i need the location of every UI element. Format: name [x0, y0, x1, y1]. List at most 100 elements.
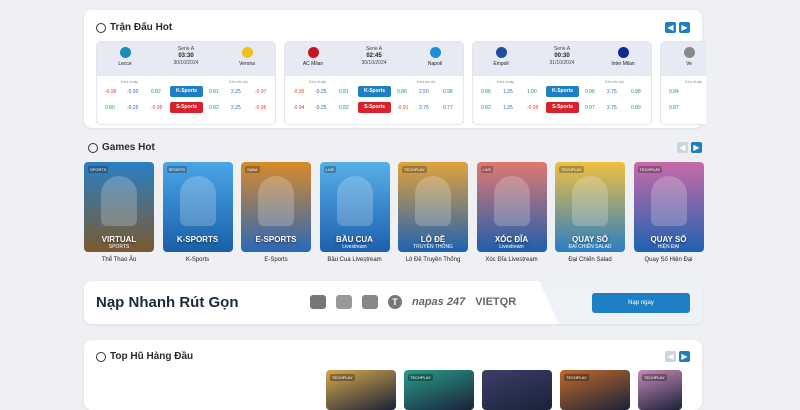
game-caption: VIRTUAL: [101, 235, 137, 244]
provider-badge: SABA: [245, 166, 260, 173]
game-name[interactable]: Quay Số Hiện Đại: [634, 257, 704, 263]
game-thumbnail[interactable]: SABA E-SPORTS: [241, 162, 311, 252]
odds-value[interactable]: 0.86: [481, 89, 491, 95]
odds-value[interactable]: 0.84: [669, 89, 679, 95]
prev-arrow-icon[interactable]: ◀: [677, 142, 688, 153]
odds-value[interactable]: -0.95: [151, 105, 162, 111]
bookmaker-button[interactable]: K-Sports: [358, 86, 391, 97]
bookmaker-button[interactable]: K-Sports: [170, 86, 203, 97]
game-card[interactable]: TECHPLAY QUAY SỐ HIỆN ĐẠI Quay Số Hiện Đại: [633, 162, 704, 263]
odds-row: -0.94 -0.25 0.82 -0.91 2.75 0.77 S-Sports: [285, 102, 463, 114]
bookmaker-button[interactable]: S-Sports: [358, 102, 391, 113]
odds-value[interactable]: 0.86: [397, 89, 407, 95]
game-card[interactable]: LIVE XÓC ĐĨA Livestream Xóc Đĩa Livestream: [476, 162, 547, 263]
team-logo-icon: [119, 47, 131, 58]
deposit-now-button[interactable]: Nạp ngay: [592, 293, 690, 313]
odds-value[interactable]: 0.81: [339, 89, 349, 95]
odds-value[interactable]: 0.88: [631, 89, 641, 95]
odds-value[interactable]: -0.97: [255, 89, 266, 95]
odds-value[interactable]: 2.75: [607, 105, 617, 111]
game-name[interactable]: Lô Đề Truyền Thống: [398, 257, 468, 263]
bookmaker-button[interactable]: S-Sports: [170, 102, 203, 113]
next-arrow-icon[interactable]: ▶: [691, 142, 702, 153]
game-name[interactable]: Thể Thao Ảo: [84, 257, 154, 263]
odds-value[interactable]: -0.25: [315, 89, 326, 95]
odds-value[interactable]: 0.87: [669, 105, 679, 111]
game-card[interactable]: SPORTS VIRTUAL SPORTS Thể Thao Ảo: [84, 162, 154, 263]
team-logo-icon: [683, 47, 695, 58]
jackpot-game-card[interactable]: [482, 370, 552, 410]
odds-value[interactable]: 0.89: [631, 105, 641, 111]
game-thumbnail[interactable]: TECHPLAY QUAY SỐ HIỆN ĐẠI: [633, 162, 704, 252]
game-thumbnail[interactable]: LIVE BẦU CUA Livestream: [319, 162, 390, 252]
odds-value[interactable]: 2.25: [231, 89, 241, 95]
odds-row: 0.86 1.25 1.00 0.96 2.75 0.88 K-Sports: [473, 86, 651, 98]
odds-value[interactable]: 0.82: [481, 105, 491, 111]
handicap-label: Kèo chấp: [121, 79, 138, 84]
odds-value[interactable]: -0.25: [127, 105, 138, 111]
match-card[interactable]: Lecce Serie A 03:30 30/10/2024 Verona Kèo chấ…: [96, 41, 276, 125]
odds-value[interactable]: 0.82: [209, 105, 219, 111]
odds-value[interactable]: 1.25: [503, 89, 513, 95]
odds-value[interactable]: -0.50: [127, 89, 138, 95]
odds-value[interactable]: 0.96: [585, 89, 595, 95]
odds-value[interactable]: 0.82: [151, 89, 161, 95]
match-card[interactable]: VeKèo chấpKèo tài xỉu0.840.87: [660, 41, 706, 125]
game-name[interactable]: Bầu Cua Livestream: [320, 257, 390, 263]
provider-badge: TECHPLAY: [408, 374, 433, 381]
prev-arrow-icon[interactable]: ◀: [665, 351, 676, 362]
away-team-name: Napoli: [427, 61, 443, 67]
team-logo-icon: [241, 47, 253, 58]
home-team-name: AC Milan: [302, 61, 324, 67]
odds-value[interactable]: 2.25: [231, 105, 241, 111]
odds-value[interactable]: 2.75: [419, 105, 429, 111]
odds-value[interactable]: -0.96: [105, 89, 116, 95]
game-card[interactable]: SPORTS K-SPORTS K-Sports: [162, 162, 233, 263]
odds-value[interactable]: -0.99: [527, 105, 538, 111]
prev-arrow-icon[interactable]: ◀: [665, 22, 676, 33]
game-name[interactable]: K-Sports: [163, 257, 233, 263]
jackpot-game-card[interactable]: TECHPLAY: [560, 370, 630, 410]
game-card[interactable]: TECHPLAY LÔ ĐỀ TRUYỀN THỐNG Lô Đề Truyền Th…: [398, 162, 468, 263]
odds-value[interactable]: -0.95: [293, 89, 304, 95]
match-card[interactable]: Empoli Serie A 00:30 31/10/2024 Inter Milan K…: [472, 41, 652, 125]
odds-value[interactable]: -0.91: [397, 105, 408, 111]
odds-value[interactable]: 1.25: [503, 105, 513, 111]
away-team: Inter Milan: [598, 47, 648, 67]
odds-value[interactable]: 0.81: [209, 89, 219, 95]
home-team: Ve: [664, 47, 706, 67]
odds-value[interactable]: 0.98: [443, 89, 453, 95]
bookmaker-button[interactable]: S-Sports: [546, 102, 579, 113]
odds-value[interactable]: 0.77: [443, 105, 453, 111]
game-thumbnail[interactable]: LIVE XÓC ĐĨA Livestream: [476, 162, 547, 252]
game-name[interactable]: E-Sports: [241, 257, 311, 263]
provider-badge: LIVE: [480, 166, 494, 173]
game-name[interactable]: Đại Chiến Salad: [555, 257, 625, 263]
next-arrow-icon[interactable]: ▶: [679, 22, 690, 33]
game-card[interactable]: LIVE BẦU CUA Livestream Bầu Cua Livestream: [319, 162, 390, 263]
game-caption: BẦU CUA: [336, 235, 373, 244]
odds-value[interactable]: 2.75: [607, 89, 617, 95]
odds-value[interactable]: -0.96: [255, 105, 266, 111]
match-card[interactable]: AC Milan Serie A 02:45 30/10/2024 Napoli Kèo …: [284, 41, 464, 125]
odds-value[interactable]: -0.25: [315, 105, 326, 111]
game-card[interactable]: TECHPLAY QUAY SỐ ĐẠI CHIẾN SALAD Đại Chiến …: [555, 162, 625, 263]
next-arrow-icon[interactable]: ▶: [679, 351, 690, 362]
odds-value[interactable]: 0.97: [585, 105, 595, 111]
odds-value[interactable]: 1.00: [527, 89, 537, 95]
odds-value[interactable]: 2.50: [419, 89, 429, 95]
odds-value[interactable]: 0.82: [339, 105, 349, 111]
jackpot-game-card[interactable]: TECHPLAY: [404, 370, 474, 410]
game-card[interactable]: SABA E-SPORTS E-Sports: [241, 162, 311, 263]
game-thumbnail[interactable]: SPORTS VIRTUAL SPORTS: [84, 162, 154, 252]
game-caption: E-SPORTS: [255, 235, 297, 244]
game-thumbnail[interactable]: TECHPLAY QUAY SỐ ĐẠI CHIẾN SALAD: [555, 162, 625, 252]
game-name[interactable]: Xóc Đĩa Livestream: [477, 257, 547, 263]
game-thumbnail[interactable]: SPORTS K-SPORTS: [162, 162, 233, 252]
odds-value[interactable]: -0.94: [293, 105, 304, 111]
game-thumbnail[interactable]: TECHPLAY LÔ ĐỀ TRUYỀN THỐNG: [398, 162, 468, 252]
odds-value[interactable]: 0.80: [105, 105, 115, 111]
bookmaker-button[interactable]: K-Sports: [546, 86, 579, 97]
jackpot-game-card[interactable]: TECHPLAY: [638, 370, 682, 410]
jackpot-game-card[interactable]: TECHPLAY: [326, 370, 396, 410]
